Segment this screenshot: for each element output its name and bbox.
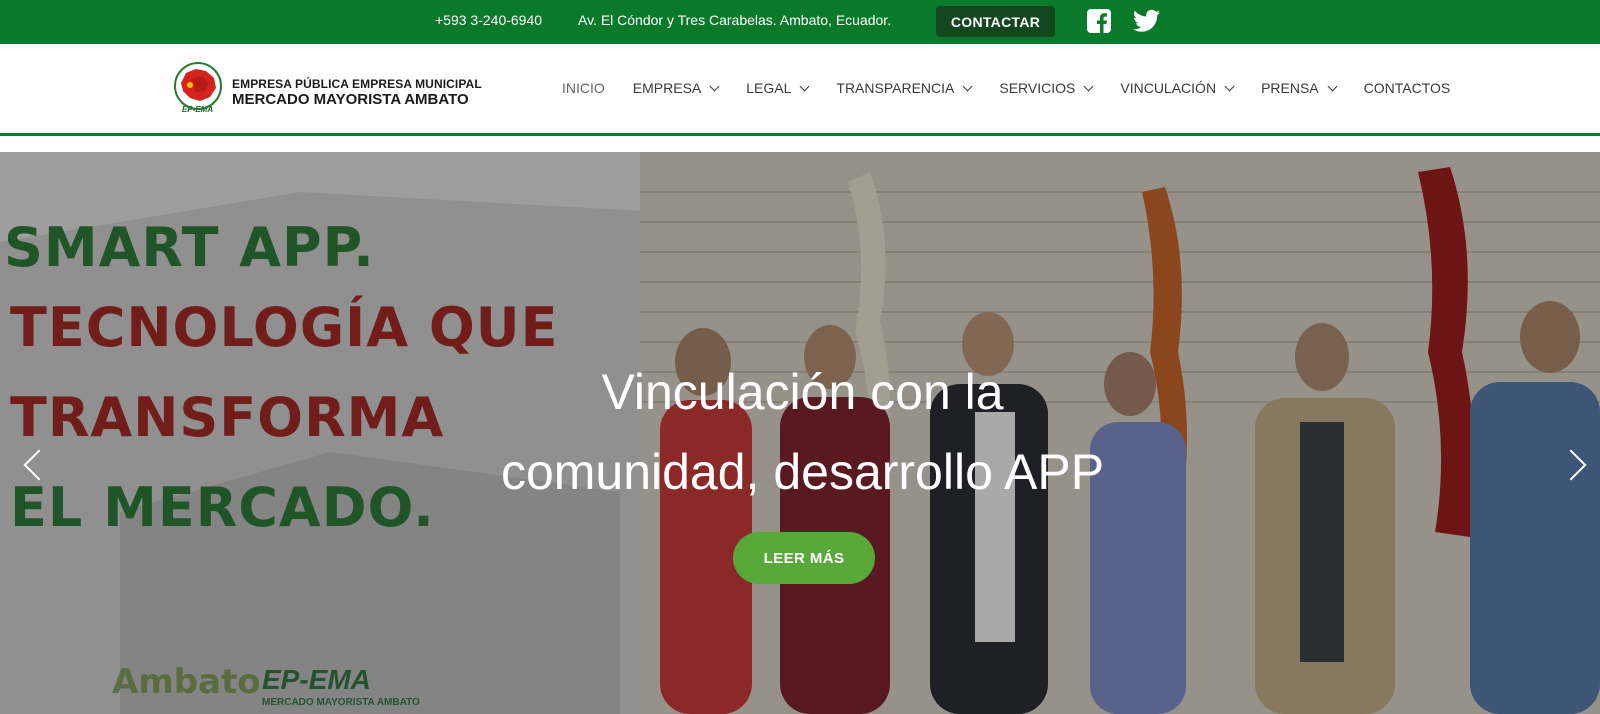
phone-number[interactable]: +593 3-240-6940 — [435, 12, 542, 28]
hero-slider: SMART APP. TECNOLOGÍA QUE TRANSFORMA EL … — [0, 152, 1600, 714]
nav-item-empresa[interactable]: EMPRESA — [632, 80, 720, 96]
nav-item-label: EMPRESA — [632, 80, 702, 96]
nav-item-inicio[interactable]: INICIO — [562, 80, 605, 96]
facebook-icon[interactable] — [1087, 9, 1111, 33]
read-more-button[interactable]: LEER MÁS — [733, 532, 875, 584]
top-bar: +593 3-240-6940 Av. El Cóndor y Tres Car… — [0, 0, 1600, 44]
nav-item-label: CONTACTOS — [1363, 80, 1451, 96]
logo-line2[interactable]: MERCADO MAYORISTA AMBATO — [232, 91, 469, 108]
nav-item-prensa[interactable]: PRENSA — [1261, 80, 1338, 96]
nav-item-label: SERVICIOS — [999, 80, 1076, 96]
nav-item-transparencia[interactable]: TRANSPARENCIA — [836, 80, 973, 96]
nav-item-servicios[interactable]: SERVICIOS — [999, 80, 1094, 96]
hero-title: Vinculación con la comunidad, desarrollo… — [0, 352, 1600, 512]
chevron-down-icon — [799, 81, 810, 91]
nav-item-label: TRANSPARENCIA — [836, 80, 955, 96]
chevron-down-icon — [709, 81, 720, 91]
contact-button[interactable]: CONTACTAR — [936, 6, 1055, 37]
main-nav: INICIO EMPRESA LEGAL TRANSPARENCIA SERVI… — [562, 80, 1478, 96]
nav-item-vinculacion[interactable]: VINCULACIÓN — [1120, 80, 1235, 96]
nav-item-label: LEGAL — [746, 80, 792, 96]
chevron-down-icon — [962, 81, 973, 91]
address-text: Av. El Cóndor y Tres Carabelas. Ambato, … — [578, 12, 892, 28]
chevron-down-icon — [1224, 81, 1235, 91]
logo-badge: EP-EMA — [182, 105, 213, 114]
nav-item-legal[interactable]: LEGAL — [746, 80, 810, 96]
logo-line1[interactable]: EMPRESA PÚBLICA EMPRESA MUNICIPAL — [232, 77, 482, 91]
nav-item-label: INICIO — [562, 80, 605, 96]
nav-item-label: PRENSA — [1261, 80, 1319, 96]
nav-item-label: VINCULACIÓN — [1120, 80, 1217, 96]
hero-title-line2: comunidad, desarrollo APP — [500, 444, 1105, 500]
hero-title-line1: Vinculación con la — [601, 364, 1004, 420]
chevron-down-icon — [1327, 81, 1338, 91]
nav-item-contactos[interactable]: CONTACTOS — [1364, 80, 1451, 96]
logo-emblem-icon[interactable]: EP-EMA — [172, 61, 224, 115]
twitter-icon[interactable] — [1133, 9, 1160, 33]
site-header: EP-EMA EMPRESA PÚBLICA EMPRESA MUNICIPAL… — [0, 44, 1600, 136]
chevron-down-icon — [1083, 81, 1094, 91]
